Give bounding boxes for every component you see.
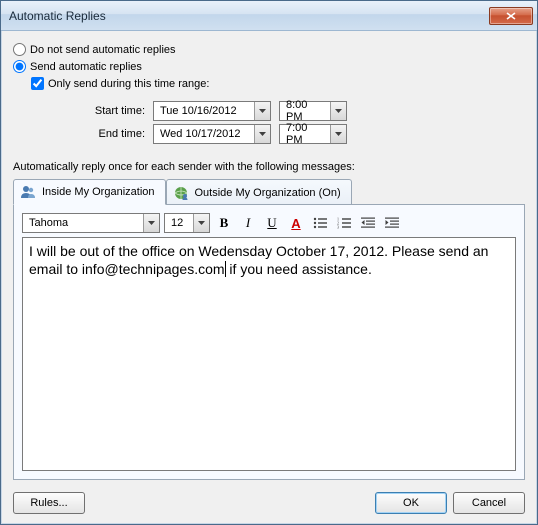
radio-send[interactable]: Send automatic replies [13,60,525,73]
tab-inside-org[interactable]: Inside My Organization [13,179,166,205]
bulleted-list-button[interactable] [310,213,330,233]
increase-indent-button[interactable] [382,213,402,233]
tabs: Inside My Organization Outside My Organi… [13,179,525,205]
end-time-row: End time: Wed 10/17/2012 7:00 PM [73,124,525,144]
message-editor[interactable]: I will be out of the office on Wedensday… [22,237,516,471]
tab-inside-label: Inside My Organization [42,186,155,198]
start-date-value: Tue 10/16/2012 [154,105,254,117]
ok-button[interactable]: OK [375,492,447,514]
radio-dont-send[interactable]: Do not send automatic replies [13,43,525,56]
tab-outside-org[interactable]: Outside My Organization (On) [166,179,352,205]
dropdown-arrow-icon [143,214,159,232]
end-time-value: 7:00 PM [280,122,330,146]
checkbox-time-range[interactable]: Only send during this time range: [31,77,525,90]
dropdown-arrow-icon [254,102,270,120]
end-date-value: Wed 10/17/2012 [154,128,254,140]
font-family-combo[interactable]: Tahoma [22,213,160,233]
end-date-combo[interactable]: Wed 10/17/2012 [153,124,271,144]
radio-dont-send-input[interactable] [13,43,26,56]
checkbox-time-range-input[interactable] [31,77,44,90]
svg-text:3: 3 [337,225,339,230]
message-text-part2: if you need assistance. [226,261,372,277]
window-title: Automatic Replies [9,9,489,23]
radio-send-label: Send automatic replies [30,61,142,73]
start-time-combo[interactable]: 8:00 PM [279,101,347,121]
time-range-grid: Start time: Tue 10/16/2012 8:00 PM End t… [73,98,525,147]
decrease-indent-button[interactable] [358,213,378,233]
close-icon [506,12,516,20]
auto-reply-section-label: Automatically reply once for each sender… [13,161,525,173]
automatic-replies-dialog: Automatic Replies Do not send automatic … [0,0,538,525]
numbered-list-button[interactable]: 123 [334,213,354,233]
outdent-icon [361,217,375,229]
rules-button[interactable]: Rules... [13,492,85,514]
people-icon [20,184,36,200]
tab-outside-label: Outside My Organization (On) [195,187,341,199]
dropdown-arrow-icon [254,125,270,143]
format-toolbar: Tahoma 12 B I U A 123 [22,213,516,233]
close-button[interactable] [489,7,533,25]
number-list-icon: 123 [337,217,351,229]
end-time-combo[interactable]: 7:00 PM [279,124,347,144]
editor-panel: Tahoma 12 B I U A 123 [13,204,525,480]
titlebar: Automatic Replies [1,1,537,31]
start-time-label: Start time: [73,105,153,117]
font-family-value: Tahoma [23,217,143,229]
dialog-content: Do not send automatic replies Send autom… [1,31,537,484]
start-time-value: 8:00 PM [280,99,330,123]
start-time-row: Start time: Tue 10/16/2012 8:00 PM [73,101,525,121]
radio-dont-send-label: Do not send automatic replies [30,44,176,56]
italic-button[interactable]: I [238,213,258,233]
globe-people-icon [173,185,189,201]
cancel-button[interactable]: Cancel [453,492,525,514]
bold-button[interactable]: B [214,213,234,233]
end-time-label: End time: [73,128,153,140]
indent-icon [385,217,399,229]
font-size-value: 12 [165,217,193,229]
dropdown-arrow-icon [330,102,346,120]
dropdown-arrow-icon [330,125,346,143]
dialog-button-bar: Rules... OK Cancel [1,484,537,524]
checkbox-time-range-label: Only send during this time range: [48,78,209,90]
start-date-combo[interactable]: Tue 10/16/2012 [153,101,271,121]
underline-button[interactable]: U [262,213,282,233]
dropdown-arrow-icon [193,214,209,232]
bullet-list-icon [313,217,327,229]
radio-send-input[interactable] [13,60,26,73]
font-size-combo[interactable]: 12 [164,213,210,233]
font-color-button[interactable]: A [286,213,306,233]
